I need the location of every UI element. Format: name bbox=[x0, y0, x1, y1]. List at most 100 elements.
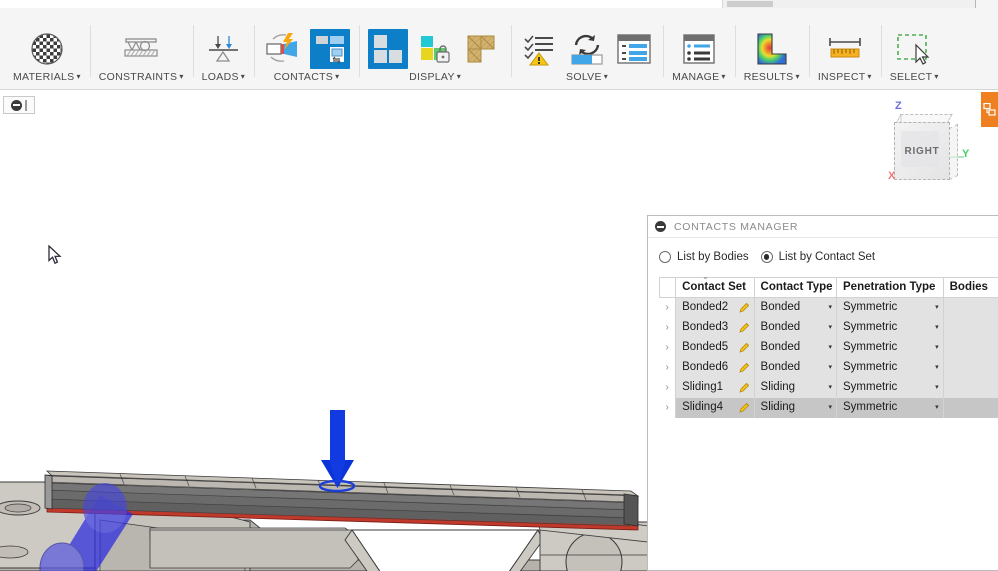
scrollbar-thumb[interactable] bbox=[727, 1, 773, 7]
view-cube-side-face[interactable] bbox=[949, 123, 958, 181]
ribbon-group-label-solve[interactable]: SOLVE ▾ bbox=[566, 71, 608, 89]
cell-contact-set[interactable]: Bonded3 bbox=[675, 317, 755, 338]
expand-row-toggle[interactable]: › bbox=[659, 317, 677, 338]
cell-contact-type[interactable]: Bonded ▾ bbox=[754, 337, 838, 358]
ribbon-group-label-manage[interactable]: MANAGE ▾ bbox=[672, 71, 726, 89]
chevron-down-icon[interactable]: ▾ bbox=[935, 343, 939, 351]
collapse-icon[interactable] bbox=[655, 221, 666, 232]
chevron-down-icon[interactable]: ▾ bbox=[828, 363, 832, 371]
chevron-down-icon[interactable]: ▾ bbox=[935, 383, 939, 391]
ribbon-group-label-loads[interactable]: LOADS ▾ bbox=[202, 71, 245, 89]
label-text: MANAGE bbox=[672, 71, 720, 83]
table-row[interactable]: › Sliding4 Sliding ▾ Symmetric ▾ bbox=[659, 397, 998, 418]
ribbon-group-label-select[interactable]: SELECT ▾ bbox=[890, 71, 939, 89]
edit-pencil-icon[interactable] bbox=[738, 382, 750, 393]
column-header-contact-set[interactable]: ⌄ Contact Set bbox=[675, 272, 755, 298]
expand-row-toggle[interactable]: › bbox=[659, 357, 677, 378]
collapse-icon[interactable] bbox=[11, 99, 22, 111]
cell-contact-set[interactable]: Bonded5 bbox=[675, 337, 755, 358]
ribbon-group-label-results[interactable]: RESULTS ▾ bbox=[744, 71, 800, 89]
manage-study-icon[interactable] bbox=[679, 29, 719, 69]
cell-penetration-type[interactable]: Symmetric ▾ bbox=[836, 317, 944, 338]
cell-contact-set[interactable]: Bonded6 bbox=[675, 357, 755, 378]
view-cube-front-face[interactable]: RIGHT bbox=[894, 122, 950, 180]
chevron-down-icon[interactable]: ▾ bbox=[935, 403, 939, 411]
cell-bodies[interactable] bbox=[943, 317, 998, 338]
solve-icon[interactable] bbox=[567, 29, 607, 69]
table-row[interactable]: › Bonded2 Bonded ▾ Symmetric ▾ bbox=[659, 297, 998, 318]
solve-status-icon[interactable] bbox=[614, 29, 654, 69]
cell-penetration-type[interactable]: Symmetric ▾ bbox=[836, 297, 944, 318]
table-row[interactable]: › Sliding1 Sliding ▾ Symmetric ▾ bbox=[659, 377, 998, 398]
cell-contact-set[interactable]: Sliding1 bbox=[675, 377, 755, 398]
cell-bodies[interactable] bbox=[943, 357, 998, 378]
edit-pencil-icon[interactable] bbox=[738, 402, 750, 413]
cell-contact-set[interactable]: Bonded2 bbox=[675, 297, 755, 318]
contact-set-name: Sliding4 bbox=[682, 401, 723, 413]
chevron-down-icon[interactable]: ▾ bbox=[935, 363, 939, 371]
cell-penetration-type[interactable]: Symmetric ▾ bbox=[836, 357, 944, 378]
column-header-penetration-type[interactable]: Penetration Type bbox=[836, 277, 944, 298]
ribbon-group-label-inspect[interactable]: INSPECT ▾ bbox=[818, 71, 872, 89]
chevron-down-icon[interactable]: ▾ bbox=[828, 303, 832, 311]
chevron-down-icon[interactable]: ▾ bbox=[828, 323, 832, 331]
materials-sphere-icon[interactable] bbox=[27, 29, 67, 69]
cell-bodies[interactable] bbox=[943, 397, 998, 418]
structural-loads-icon[interactable] bbox=[203, 29, 243, 69]
browser-toggle-button[interactable] bbox=[981, 92, 998, 127]
view-cube[interactable]: RIGHT Z Y X bbox=[870, 100, 980, 200]
section-analysis-icon[interactable] bbox=[462, 29, 502, 69]
radio-indicator-contact-set[interactable] bbox=[760, 251, 773, 263]
table-row[interactable]: › Bonded5 Bonded ▾ Symmetric ▾ bbox=[659, 337, 998, 358]
radio-list-by-contact-set[interactable]: List by Contact Set bbox=[760, 251, 875, 263]
cell-contact-set[interactable]: Sliding4 bbox=[675, 397, 755, 418]
navigation-collapse-widget[interactable] bbox=[3, 96, 35, 114]
cell-penetration-type[interactable]: Symmetric ▾ bbox=[836, 397, 944, 418]
structural-constraints-icon[interactable] bbox=[121, 29, 161, 69]
manage-contacts-icon[interactable] bbox=[310, 29, 351, 69]
display-components-icon[interactable] bbox=[368, 29, 409, 69]
cell-contact-type[interactable]: Sliding ▾ bbox=[754, 397, 838, 418]
expand-row-toggle[interactable]: › bbox=[659, 297, 677, 318]
cell-contact-type[interactable]: Sliding ▾ bbox=[754, 377, 838, 398]
table-row[interactable]: › Bonded3 Bonded ▾ Symmetric ▾ bbox=[659, 317, 998, 338]
radio-indicator-bodies[interactable] bbox=[659, 251, 671, 263]
ribbon-group-label-contacts[interactable]: CONTACTS ▾ bbox=[274, 71, 340, 89]
edit-pencil-icon[interactable] bbox=[738, 322, 750, 333]
cell-contact-type[interactable]: Bonded ▾ bbox=[754, 297, 838, 318]
cell-bodies[interactable] bbox=[943, 337, 998, 358]
chevron-down-icon[interactable]: ▾ bbox=[828, 383, 832, 391]
drag-handle[interactable] bbox=[25, 99, 27, 111]
contacts-manager-titlebar[interactable]: CONTACTS MANAGER bbox=[648, 216, 998, 238]
cell-bodies[interactable] bbox=[943, 297, 998, 318]
edit-pencil-icon[interactable] bbox=[738, 342, 750, 353]
cell-penetration-type[interactable]: Symmetric ▾ bbox=[836, 377, 944, 398]
select-window-icon[interactable] bbox=[894, 29, 934, 69]
horizontal-scrollbar[interactable] bbox=[722, 0, 976, 8]
pre-check-icon[interactable] bbox=[520, 29, 560, 69]
radio-list-by-bodies[interactable]: List by Bodies bbox=[659, 251, 749, 263]
ribbon-group-label-display[interactable]: DISPLAY ▾ bbox=[409, 71, 461, 89]
table-row[interactable]: › Bonded6 Bonded ▾ Symmetric ▾ bbox=[659, 357, 998, 378]
chevron-down-icon[interactable]: ▾ bbox=[935, 303, 939, 311]
cell-contact-type[interactable]: Bonded ▾ bbox=[754, 357, 838, 378]
cell-bodies[interactable] bbox=[943, 377, 998, 398]
expand-row-toggle[interactable]: › bbox=[659, 397, 677, 418]
expand-row-toggle[interactable]: › bbox=[659, 377, 677, 398]
column-header-bodies[interactable]: Bodies bbox=[943, 277, 998, 298]
edit-pencil-icon[interactable] bbox=[738, 362, 750, 373]
lock-component-icon[interactable] bbox=[415, 29, 455, 69]
column-header-contact-type[interactable]: Contact Type bbox=[754, 277, 838, 298]
chevron-down-icon[interactable]: ▾ bbox=[935, 323, 939, 331]
measure-ruler-icon[interactable] bbox=[825, 29, 865, 69]
cell-contact-type[interactable]: Bonded ▾ bbox=[754, 317, 838, 338]
chevron-down-icon[interactable]: ▾ bbox=[828, 403, 832, 411]
results-contour-icon[interactable] bbox=[752, 29, 792, 69]
ribbon-group-label-materials[interactable]: MATERIALS ▾ bbox=[13, 71, 81, 89]
expand-row-toggle[interactable]: › bbox=[659, 337, 677, 358]
automatic-contacts-icon[interactable] bbox=[263, 29, 303, 69]
cell-penetration-type[interactable]: Symmetric ▾ bbox=[836, 337, 944, 358]
ribbon-group-label-constraints[interactable]: CONSTRAINTS ▾ bbox=[99, 71, 184, 89]
chevron-down-icon[interactable]: ▾ bbox=[828, 343, 832, 351]
edit-pencil-icon[interactable] bbox=[738, 302, 750, 313]
